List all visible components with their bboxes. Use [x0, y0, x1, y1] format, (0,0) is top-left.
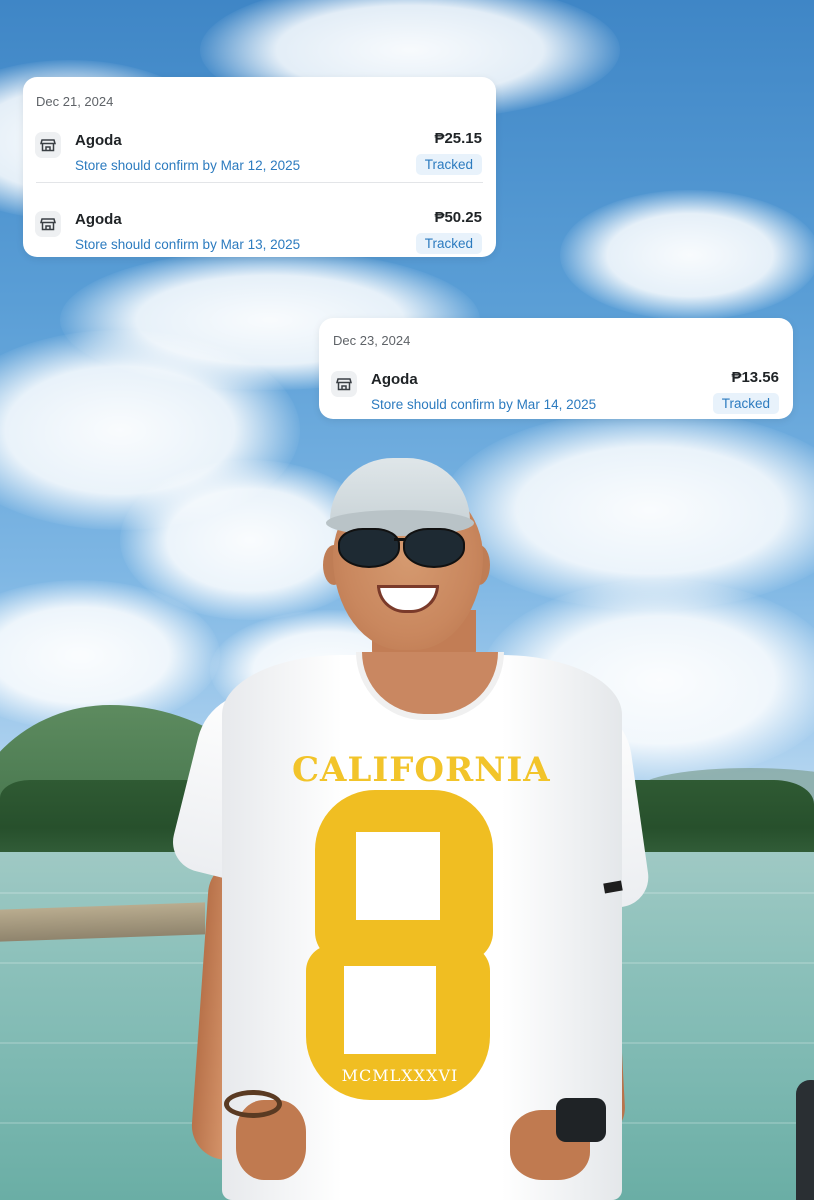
merchant-name: Agoda	[371, 371, 418, 388]
status-badge: Tracked	[415, 233, 482, 254]
card-date: Dec 21, 2024	[36, 94, 114, 109]
transaction-row[interactable]: Agoda Store should confirm by Mar 14, 20…	[319, 363, 793, 425]
divider	[36, 182, 483, 183]
merchant-name: Agoda	[75, 132, 122, 149]
confirm-date-text: Store should confirm by Mar 13, 2025	[75, 237, 301, 252]
merchant-name: Agoda	[75, 211, 122, 228]
wristwatch	[556, 1098, 606, 1142]
transaction-row[interactable]: Agoda Store should confirm by Mar 12, 20…	[23, 124, 496, 186]
shirt-text: CALIFORNIA	[292, 750, 551, 790]
transaction-row[interactable]: Agoda Store should confirm by Mar 13, 20…	[23, 203, 496, 265]
transaction-card: Dec 21, 2024 Agoda Store should confirm …	[23, 77, 496, 257]
bracelet	[224, 1090, 282, 1118]
confirm-date-text: Store should confirm by Mar 12, 2025	[75, 158, 301, 173]
amount: ₱13.56	[731, 369, 779, 386]
card-date: Dec 23, 2024	[333, 333, 411, 348]
shirt-roman-numeral: MCMLXXXVI	[341, 1066, 459, 1085]
confirm-date-text: Store should confirm by Mar 14, 2025	[371, 397, 597, 412]
transaction-card: Dec 23, 2024 Agoda Store should confirm …	[319, 318, 793, 419]
amount: ₱50.25	[434, 209, 482, 226]
status-badge: Tracked	[712, 393, 779, 414]
store-icon	[331, 371, 357, 397]
sunglasses	[338, 528, 400, 568]
store-icon	[35, 211, 61, 237]
store-icon	[35, 132, 61, 158]
amount: ₱25.15	[434, 130, 482, 147]
status-badge: Tracked	[415, 154, 482, 175]
